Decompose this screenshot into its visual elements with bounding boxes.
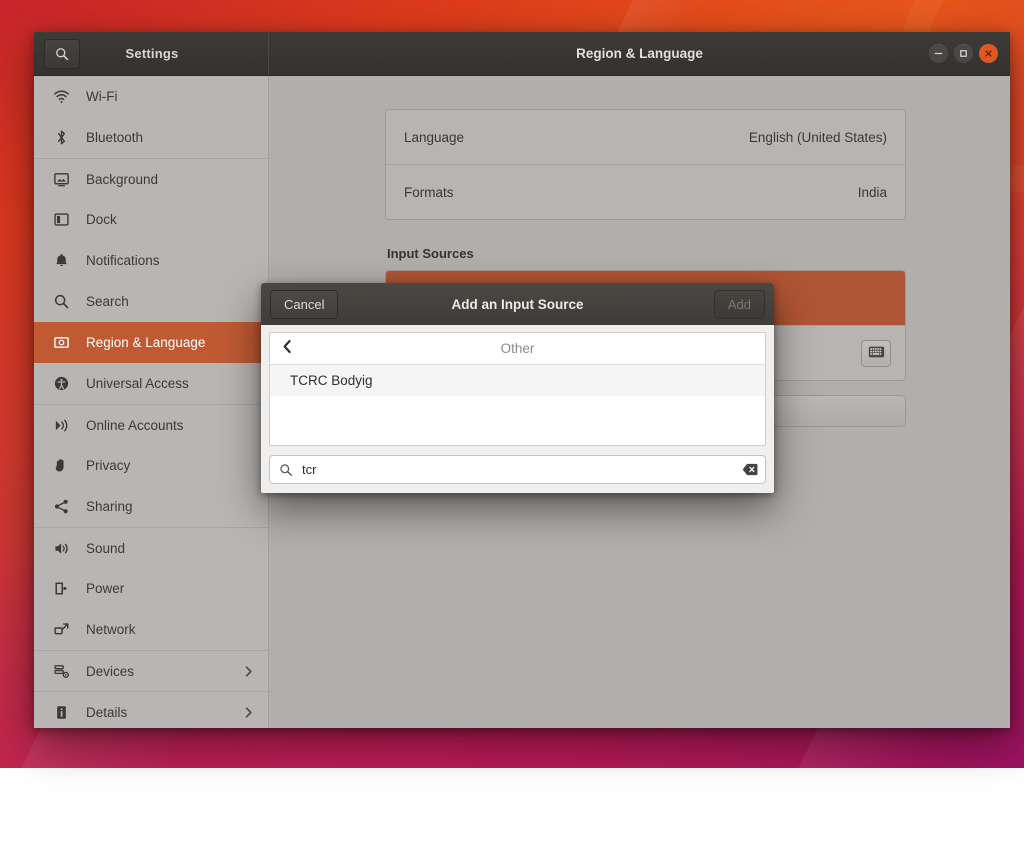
sidebar-item-search[interactable]: Search: [34, 281, 268, 322]
sidebar-item-label: Notifications: [86, 253, 255, 268]
formats-value: India: [858, 185, 887, 200]
sidebar-item-label: Background: [86, 172, 255, 187]
region-language-icon: [50, 334, 72, 351]
language-formats-card: Language English (United States) Formats…: [385, 109, 906, 220]
formats-row[interactable]: Formats India: [386, 164, 905, 219]
close-icon: [983, 48, 994, 59]
page-title: Region & Language: [269, 46, 1010, 61]
language-row[interactable]: Language English (United States): [386, 110, 905, 164]
power-icon: [50, 580, 72, 597]
clear-icon[interactable]: [742, 463, 758, 476]
language-label: Language: [404, 130, 749, 145]
share-icon: [50, 498, 72, 515]
chevron-right-icon: [242, 706, 255, 719]
sidebar-item-label: Wi-Fi: [86, 89, 255, 104]
search-icon: [279, 463, 293, 477]
dialog-body: Other TCRC Bodyig tcr: [261, 325, 774, 493]
devices-icon: [50, 663, 72, 680]
sidebar-item-label: Details: [86, 705, 242, 720]
sidebar-item-notifications[interactable]: Notifications: [34, 240, 268, 281]
chevron-right-icon: [242, 665, 255, 678]
titlebar-right-section: Region & Language: [269, 32, 1010, 75]
wifi-icon: [50, 88, 72, 105]
sidebar-item-label: Bluetooth: [86, 130, 255, 145]
sidebar-item-bluetooth[interactable]: Bluetooth: [34, 117, 268, 158]
sidebar-item-label: Power: [86, 581, 255, 596]
sidebar-item-devices[interactable]: Devices: [34, 650, 268, 691]
language-value: English (United States): [749, 130, 887, 145]
sidebar-item-label: Online Accounts: [86, 418, 255, 433]
sidebar-item-privacy[interactable]: Privacy: [34, 445, 268, 486]
input-source-list-header: Other: [270, 333, 765, 365]
online-accounts-icon: [50, 417, 72, 434]
minimize-button[interactable]: [929, 44, 948, 63]
sidebar-item-label: Network: [86, 622, 255, 637]
list-item[interactable]: TCRC Bodyig: [270, 365, 765, 396]
hand-icon: [50, 457, 72, 474]
window-controls: [929, 44, 1010, 63]
network-icon: [50, 621, 72, 638]
sidebar-item-universal-access[interactable]: Universal Access: [34, 363, 268, 404]
dialog-header: Cancel Add an Input Source Add: [261, 283, 774, 325]
add-button[interactable]: Add: [714, 290, 765, 319]
sidebar-item-sound[interactable]: Sound: [34, 527, 268, 568]
add-input-source-dialog: Cancel Add an Input Source Add Other TCR…: [261, 283, 774, 493]
sidebar-item-online-accounts[interactable]: Online Accounts: [34, 404, 268, 445]
sidebar-item-power[interactable]: Power: [34, 568, 268, 609]
minimize-icon: [933, 48, 944, 59]
keyboard-layout-button[interactable]: [861, 340, 891, 367]
sidebar-item-label: Search: [86, 294, 255, 309]
accessibility-icon: [50, 375, 72, 392]
app-title: Settings: [80, 46, 268, 61]
search-icon: [55, 47, 69, 61]
sidebar-item-network[interactable]: Network: [34, 609, 268, 650]
close-button[interactable]: [979, 44, 998, 63]
sidebar-item-background[interactable]: Background: [34, 158, 268, 199]
bell-icon: [50, 252, 72, 269]
window-titlebar: Settings Region & Language: [34, 32, 1010, 76]
maximize-button[interactable]: [954, 44, 973, 63]
sidebar-item-region-language[interactable]: Region & Language: [34, 322, 268, 363]
search-input[interactable]: tcr: [269, 455, 766, 484]
maximize-icon: [958, 48, 969, 59]
sidebar-item-label: Privacy: [86, 458, 255, 473]
search-input-value: tcr: [302, 462, 742, 477]
background-icon: [50, 171, 72, 188]
sidebar-item-wifi[interactable]: Wi-Fi: [34, 76, 268, 117]
search-icon: [50, 293, 72, 310]
bluetooth-icon: [50, 129, 72, 146]
speaker-icon: [50, 540, 72, 557]
back-button[interactable]: [270, 333, 304, 364]
sidebar-item-label: Region & Language: [86, 335, 255, 350]
chevron-left-icon: [281, 339, 294, 359]
sidebar-item-label: Devices: [86, 664, 242, 679]
sidebar-item-dock[interactable]: Dock: [34, 199, 268, 240]
keyboard-icon: [868, 346, 885, 361]
sidebar-item-label: Dock: [86, 212, 255, 227]
sidebar-item-label: Universal Access: [86, 376, 255, 391]
sidebar-item-label: Sound: [86, 541, 255, 556]
dock-icon: [50, 211, 72, 228]
list-header-title: Other: [270, 341, 765, 356]
cancel-button[interactable]: Cancel: [270, 290, 338, 319]
sidebar-item-sharing[interactable]: Sharing: [34, 486, 268, 527]
sidebar-item-label: Sharing: [86, 499, 255, 514]
search-button[interactable]: [44, 39, 80, 69]
titlebar-left-section: Settings: [34, 32, 269, 75]
formats-label: Formats: [404, 185, 858, 200]
sidebar-item-details[interactable]: Details: [34, 691, 268, 728]
info-icon: [50, 704, 72, 721]
input-source-list: Other TCRC Bodyig: [269, 332, 766, 446]
settings-sidebar: Wi-Fi Bluetooth Backgr: [34, 76, 269, 728]
input-sources-title: Input Sources: [387, 246, 906, 261]
